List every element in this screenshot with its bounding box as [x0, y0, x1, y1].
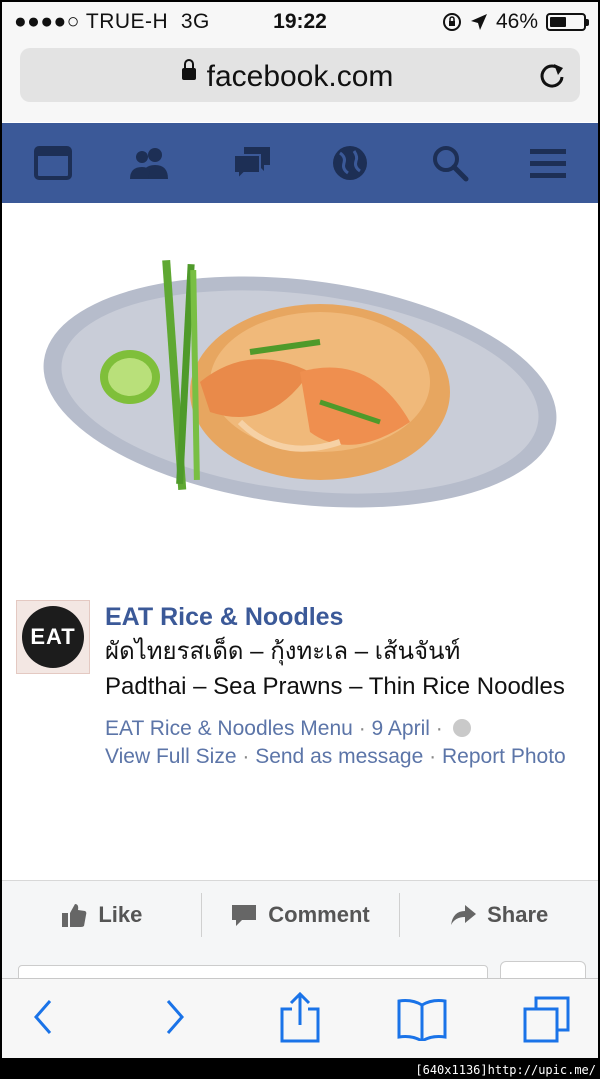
- post-date[interactable]: 9 April: [372, 717, 430, 740]
- page-name-link[interactable]: EAT Rice & Noodles: [105, 602, 575, 633]
- comment-bubble-icon: [232, 905, 257, 926]
- post-actions-bar: Like Comment Share: [2, 880, 598, 950]
- facebook-nav-bar: [2, 123, 598, 203]
- status-bar: ●●●●○ TRUE-H 3G 19:22 46%: [2, 2, 598, 42]
- separator: ·: [435, 717, 443, 740]
- battery-icon: [546, 13, 589, 31]
- caption-thai: ผัดไทยรสเด็ด – กุ้งทะเล – เส้นจันท์: [105, 638, 461, 665]
- comment-button[interactable]: Comment: [200, 881, 400, 949]
- url-domain[interactable]: facebook.com: [20, 60, 580, 94]
- send-as-message-link[interactable]: Send as message: [255, 745, 423, 768]
- comment-composer-strip: [2, 949, 598, 987]
- share-button[interactable]: Share: [399, 881, 598, 949]
- caption-english: Padthai – Sea Prawns – Thin Rice Noodles: [105, 673, 565, 700]
- location-arrow-icon: [470, 14, 487, 30]
- bookmarks-icon[interactable]: [396, 997, 448, 1041]
- notifications-globe-icon[interactable]: [328, 143, 372, 183]
- album-link[interactable]: EAT Rice & Noodles Menu: [105, 717, 353, 740]
- like-button[interactable]: Like: [2, 881, 201, 949]
- comment-label: Comment: [268, 902, 370, 927]
- post-photo[interactable]: [20, 232, 580, 552]
- address-bar-area: facebook.com: [2, 42, 598, 122]
- share-icon[interactable]: [278, 991, 322, 1043]
- menu-icon[interactable]: [526, 143, 570, 183]
- post-details: EAT Rice & Noodles ผัดไทยรสเด็ด – กุ้งทะ…: [105, 602, 575, 771]
- rotation-lock-icon: [442, 13, 461, 31]
- phone-screen: ●●●●○ TRUE-H 3G 19:22 46% facebook.com E…: [2, 2, 598, 1058]
- friends-icon[interactable]: [128, 143, 172, 183]
- status-right: 46%: [442, 10, 589, 34]
- avatar-logo: EAT: [22, 606, 84, 668]
- thumbs-up-icon: [62, 904, 87, 927]
- battery-percent: 46%: [495, 10, 538, 33]
- separator: ·: [358, 717, 366, 740]
- page-avatar[interactable]: EAT: [16, 600, 90, 674]
- like-label: Like: [98, 902, 143, 927]
- battery-fill: [550, 17, 566, 27]
- share-arrow-icon: [451, 905, 477, 925]
- image-watermark: [640x1136]http://upic.me/: [415, 1063, 596, 1077]
- reload-icon[interactable]: [538, 60, 566, 90]
- browser-toolbar: [2, 978, 598, 1058]
- privacy-globe-icon: [452, 719, 471, 737]
- share-label: Share: [487, 902, 549, 927]
- separator: ·: [242, 745, 250, 768]
- messages-icon[interactable]: [230, 143, 274, 183]
- address-bar[interactable]: facebook.com: [20, 48, 580, 102]
- post-meta: EAT Rice & Noodles Menu · 9 April · View…: [105, 715, 575, 771]
- back-arrow-icon[interactable]: [30, 995, 58, 1039]
- forward-arrow-icon[interactable]: [160, 995, 188, 1039]
- search-icon[interactable]: [428, 143, 472, 183]
- report-photo-link[interactable]: Report Photo: [442, 745, 566, 768]
- view-full-size-link[interactable]: View Full Size: [105, 745, 237, 768]
- news-feed-icon[interactable]: [32, 143, 76, 183]
- tabs-icon[interactable]: [522, 995, 572, 1043]
- separator: ·: [429, 745, 437, 768]
